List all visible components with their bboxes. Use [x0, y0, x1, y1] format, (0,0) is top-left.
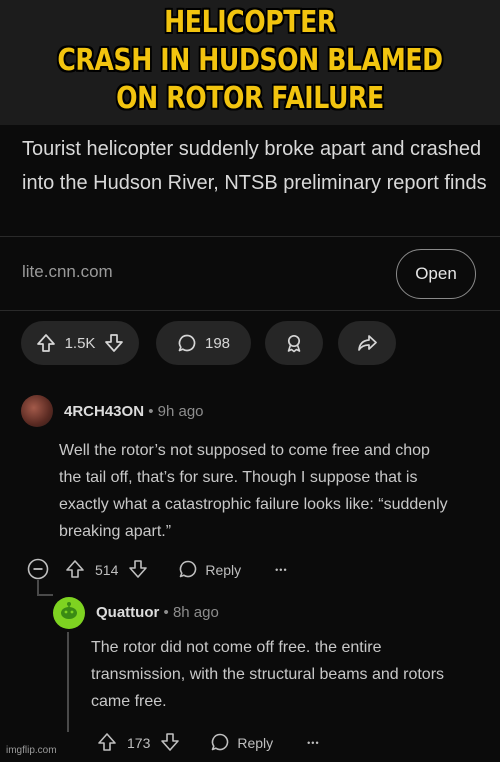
- share-button[interactable]: [338, 321, 396, 365]
- thread-line: [67, 632, 69, 732]
- share-icon: [357, 333, 377, 353]
- comment-header: 4RCH43ON • 9h ago: [64, 403, 204, 420]
- caption-line-1: HELICOPTER: [164, 5, 336, 40]
- more-options-icon[interactable]: •••: [307, 738, 319, 748]
- comment-author[interactable]: 4RCH43ON: [64, 403, 144, 420]
- vote-count: 1.5K: [64, 334, 96, 352]
- thread-line: [37, 594, 53, 596]
- comment-time: 8h ago: [172, 604, 219, 621]
- reply-icon: [210, 732, 230, 755]
- downvote-icon[interactable]: [104, 333, 124, 353]
- award-button[interactable]: [265, 321, 323, 365]
- reply-button[interactable]: Reply: [210, 732, 273, 755]
- comment-body: Well the rotor’s not supposed to come fr…: [59, 442, 448, 540]
- post-headline[interactable]: Tourist helicopter suddenly broke apart …: [22, 132, 492, 200]
- comment-icon: [177, 333, 197, 353]
- reply-label: Reply: [205, 562, 242, 578]
- comment-actions: 514 Reply •••: [27, 558, 288, 582]
- meta-separator: •: [148, 403, 154, 420]
- more-options-icon[interactable]: •••: [275, 565, 287, 575]
- downvote-icon[interactable]: [160, 732, 180, 755]
- upvote-icon[interactable]: [97, 732, 117, 755]
- award-icon: [284, 333, 304, 353]
- watermark: imgflip.com: [6, 745, 57, 756]
- vote-pill: 1.5K: [21, 321, 139, 365]
- meme-caption: HELICOPTER CRASH IN HUDSON BLAMED ON ROT…: [40, 4, 460, 118]
- open-button[interactable]: Open: [396, 249, 476, 299]
- upvote-icon[interactable]: [65, 559, 85, 582]
- divider: [0, 310, 500, 311]
- link-domain[interactable]: lite.cnn.com: [22, 262, 113, 282]
- reply-icon: [178, 559, 198, 582]
- comment-time: 9h ago: [157, 403, 204, 420]
- snoo-avatar-icon: [56, 598, 82, 629]
- avatar[interactable]: [53, 597, 85, 629]
- comment-body: The rotor did not come off free. the ent…: [91, 639, 445, 710]
- meta-separator: •: [163, 604, 169, 621]
- divider: [0, 236, 500, 237]
- caption-line-2: CRASH IN HUDSON BLAMED: [57, 43, 443, 78]
- downvote-icon[interactable]: [128, 559, 148, 582]
- caption-line-3: ON ROTOR FAILURE: [116, 81, 384, 116]
- upvote-icon[interactable]: [36, 333, 56, 353]
- reply-button[interactable]: Reply: [178, 559, 241, 582]
- comment-count: 198: [204, 334, 231, 352]
- comment-author[interactable]: Quattuor: [96, 604, 159, 621]
- avatar[interactable]: [21, 395, 53, 427]
- vote-count: 514: [95, 562, 119, 578]
- link-row[interactable]: lite.cnn.com Open: [0, 240, 500, 310]
- comments-button[interactable]: 198: [156, 321, 251, 365]
- reply-label: Reply: [237, 735, 274, 751]
- comment-actions: 173 Reply •••: [97, 731, 320, 755]
- comment-header: Quattuor • 8h ago: [96, 604, 219, 621]
- collapse-icon[interactable]: [27, 558, 49, 583]
- vote-count: 173: [127, 735, 151, 751]
